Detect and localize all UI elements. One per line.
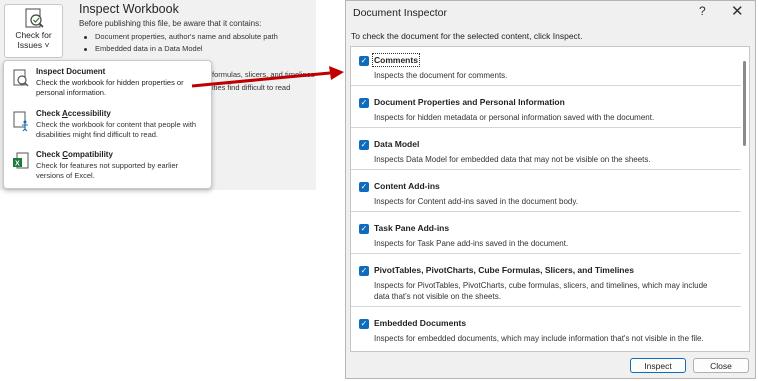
dialog-instructions: To check the document for the selected c… — [351, 31, 583, 41]
checkbox-comments[interactable]: ✓ — [359, 56, 369, 66]
option-row-embedded-documents: ✓ Embedded Documents Inspects for embedd… — [351, 314, 741, 351]
option-title: PivotTables, PivotCharts, Cube Formulas,… — [374, 265, 634, 275]
inspection-options-list: ✓ Comments Inspects the document for com… — [350, 46, 750, 352]
divider — [351, 306, 741, 307]
divider — [351, 85, 741, 86]
option-desc: Inspects for Task Pane add-ins saved in … — [374, 239, 569, 248]
option-desc: Inspects for embedded documents, which m… — [374, 334, 704, 343]
checkbox-document-properties[interactable]: ✓ — [359, 98, 369, 108]
divider — [351, 253, 741, 254]
checkbox-pivottables[interactable]: ✓ — [359, 266, 369, 276]
option-title: Content Add-ins — [374, 181, 440, 191]
option-desc: Inspects the document for comments. — [374, 71, 508, 80]
option-desc: Inspects for PivotTables, PivotCharts, c… — [374, 281, 708, 301]
close-icon[interactable]: ✕ — [731, 2, 744, 20]
dialog-title: Document Inspector — [353, 7, 447, 19]
option-title: Document Properties and Personal Informa… — [374, 97, 565, 107]
document-inspector-dialog: Document Inspector ? ✕ To check the docu… — [345, 0, 756, 379]
option-desc: Inspects Data Model for embedded data th… — [374, 155, 651, 164]
divider — [351, 169, 741, 170]
divider — [351, 211, 741, 212]
divider — [351, 127, 741, 128]
close-button[interactable]: Close — [693, 358, 749, 373]
checkbox-task-pane-add-ins[interactable]: ✓ — [359, 224, 369, 234]
help-icon[interactable]: ? — [699, 4, 706, 18]
checkbox-data-model[interactable]: ✓ — [359, 140, 369, 150]
option-title: Embedded Documents — [374, 318, 467, 328]
option-desc: Inspects for hidden metadata or personal… — [374, 113, 655, 122]
inspect-button[interactable]: Inspect — [630, 358, 686, 373]
option-row-pivottables: ✓ PivotTables, PivotCharts, Cube Formula… — [351, 261, 741, 309]
checkbox-content-add-ins[interactable]: ✓ — [359, 182, 369, 192]
option-desc: Inspects for Content add-ins saved in th… — [374, 197, 578, 206]
option-title: Task Pane Add-ins — [374, 223, 450, 233]
option-title: Data Model — [374, 139, 420, 149]
scrollbar[interactable] — [741, 47, 749, 351]
option-title: Comments — [372, 53, 420, 67]
checkbox-embedded-documents[interactable]: ✓ — [359, 319, 369, 329]
scrollbar-thumb[interactable] — [743, 61, 746, 146]
